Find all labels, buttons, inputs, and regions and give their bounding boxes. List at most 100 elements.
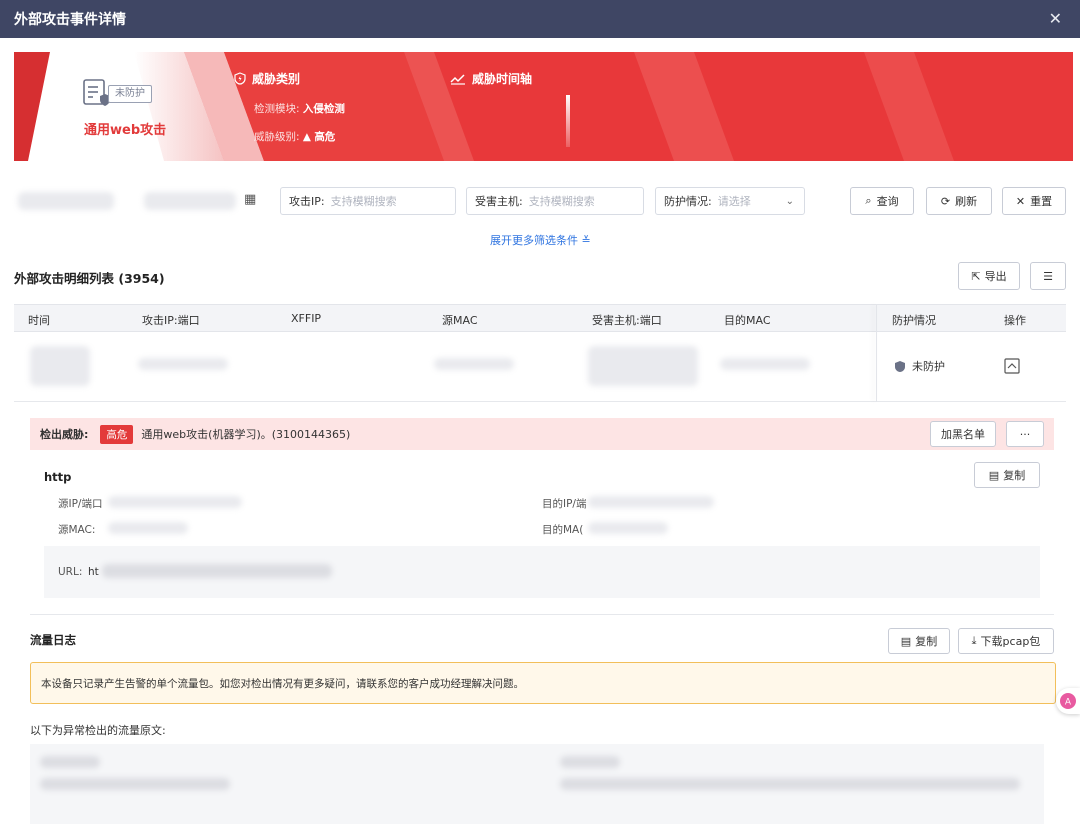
raw-line-redacted	[560, 756, 620, 768]
download-label: 下载pcap包	[980, 635, 1041, 648]
col-protection: 防护情况	[892, 314, 936, 327]
detail-panel: 检出威胁: 高危 通用web攻击(机器学习)。(3100144365) 加黑名单…	[14, 404, 1066, 824]
col-attack-ip: 攻击IP:端口	[142, 314, 200, 327]
protocol-label: http	[44, 470, 72, 484]
date-start-redacted[interactable]	[18, 192, 114, 210]
level-key: 威胁级别:	[254, 131, 300, 143]
raw-line-redacted	[40, 778, 230, 790]
shield-bolt-icon	[234, 72, 246, 85]
list-icon: ☰	[1043, 269, 1053, 283]
protection-select[interactable]: 防护情况: 请选择 ⌄	[655, 187, 805, 215]
refresh-button[interactable]: ⟳ 刷新	[926, 187, 992, 215]
threat-level-badge: 高危	[100, 424, 134, 444]
copy-label: 复制	[1003, 469, 1026, 482]
svg-text:A: A	[1065, 698, 1072, 708]
expand-label: 展开更多筛选条件	[490, 234, 578, 247]
protection-tag: 未防护	[108, 85, 152, 103]
level-value: 高危	[314, 131, 336, 143]
col-xffip: XFFIP	[291, 312, 322, 325]
download-icon: ⤓	[971, 634, 977, 647]
window-titlebar: 外部攻击事件详情 ✕	[0, 0, 1080, 38]
warning-icon: ▲	[302, 131, 311, 143]
flow-log-title: 流量日志	[30, 633, 76, 647]
src-mac-cell-redacted	[434, 358, 514, 370]
dst-mac-key: 目的MA(	[542, 524, 584, 536]
col-victim: 受害主机:端口	[592, 314, 662, 327]
col-dst-mac: 目的MAC	[724, 314, 771, 327]
protection-label: 防护情况:	[664, 195, 712, 208]
query-button[interactable]: ⌕ 查询	[850, 187, 914, 215]
threat-banner: 未防护 通用web攻击 威胁类别 检测模块: 入侵检测 威胁级别: ▲ 高危 威…	[14, 52, 1073, 161]
refresh-icon: ⟳	[940, 194, 951, 208]
raw-traffic-box	[30, 744, 1044, 824]
query-label: 查询	[876, 195, 899, 208]
reset-button[interactable]: ✕ 重置	[1002, 187, 1066, 215]
src-ip-redacted	[108, 496, 242, 508]
col-action: 操作	[1004, 314, 1026, 327]
fixed-column-divider	[876, 304, 877, 402]
more-icon: ···	[1019, 427, 1031, 441]
blacklist-label: 加黑名单	[941, 428, 985, 441]
protection-status: 未防护	[912, 360, 945, 373]
more-button[interactable]: ···	[1006, 421, 1044, 447]
timeline-title: 威胁时间轴	[472, 72, 533, 86]
flow-copy-button[interactable]: ▤ 复制	[888, 628, 950, 654]
notice-banner: 本设备只记录产生告警的单个流量包。如您对检出情况有更多疑问，请联系您的客户成功经…	[30, 662, 1056, 704]
url-box: URL: ht	[44, 546, 1040, 598]
src-mac-redacted	[108, 522, 188, 534]
victim-cell-redacted	[588, 346, 698, 386]
collapse-icon[interactable]	[1004, 358, 1020, 374]
victim-host-input[interactable]: 受害主机: 支持模糊搜索	[466, 187, 644, 215]
victim-placeholder: 支持模糊搜索	[528, 195, 595, 208]
double-chevron-down-icon: ≚	[581, 234, 591, 247]
refresh-label: 刷新	[955, 195, 978, 208]
protection-cell: 未防护	[894, 358, 945, 374]
blacklist-button[interactable]: 加黑名单	[930, 421, 996, 447]
trend-icon	[450, 73, 465, 85]
url-key: URL:	[58, 566, 83, 578]
notice-text: 本设备只记录产生告警的单个流量包。如您对检出情况有更多疑问，请联系您的客户成功经…	[41, 677, 524, 690]
level-line: 威胁级别: ▲ 高危	[254, 129, 335, 144]
attack-ip-label: 攻击IP:	[289, 195, 325, 208]
timeline-marker	[566, 95, 570, 147]
attack-ip-input[interactable]: 攻击IP: 支持模糊搜索	[280, 187, 456, 215]
translate-icon: A	[1060, 693, 1076, 709]
timeline-heading: 威胁时间轴	[450, 70, 532, 87]
dst-mac-redacted	[588, 522, 668, 534]
section-divider	[30, 614, 1054, 615]
attack-ip-cell-redacted	[138, 358, 228, 370]
column-settings-button[interactable]: ☰	[1030, 262, 1066, 290]
export-label: 导出	[984, 270, 1007, 283]
expand-filters-link[interactable]: 展开更多筛选条件 ≚	[490, 232, 591, 248]
module-line: 检测模块: 入侵检测	[254, 101, 345, 116]
flow-copy-label: 复制	[915, 635, 938, 648]
reset-label: 重置	[1030, 195, 1053, 208]
raw-traffic-label: 以下为异常检出的流量原文:	[30, 724, 166, 737]
threat-key: 检出威胁:	[40, 428, 89, 441]
src-mac-key: 源MAC:	[58, 524, 96, 536]
chevron-down-icon: ⌄	[785, 195, 794, 207]
export-button[interactable]: ⇱ 导出	[958, 262, 1020, 290]
url-value: ht	[88, 566, 99, 578]
module-key: 检测模块:	[254, 103, 300, 115]
attack-summary: 未防护 通用web攻击	[50, 52, 220, 161]
window-title: 外部攻击事件详情	[14, 12, 126, 28]
copy-button[interactable]: ▤ 复制	[974, 462, 1040, 488]
dst-ip-key: 目的IP/端	[542, 498, 587, 510]
download-pcap-button[interactable]: ⤓ 下载pcap包	[958, 628, 1054, 654]
close-icon[interactable]: ✕	[1049, 9, 1062, 28]
victim-label: 受害主机:	[475, 195, 523, 208]
translate-float-button[interactable]: A	[1056, 688, 1080, 714]
search-icon: ⌕	[865, 194, 872, 207]
time-cell-redacted	[30, 346, 90, 386]
close-icon: ✕	[1015, 194, 1026, 208]
col-time: 时间	[28, 314, 50, 327]
dst-ip-redacted	[588, 496, 714, 508]
calendar-icon[interactable]: ▦	[244, 192, 256, 207]
protection-placeholder: 请选择	[717, 195, 751, 208]
module-value: 入侵检测	[302, 103, 345, 115]
date-end-redacted[interactable]	[144, 192, 236, 210]
attack-name: 通用web攻击	[84, 123, 167, 138]
raw-line-redacted	[40, 756, 100, 768]
category-heading: 威胁类别	[234, 70, 300, 87]
